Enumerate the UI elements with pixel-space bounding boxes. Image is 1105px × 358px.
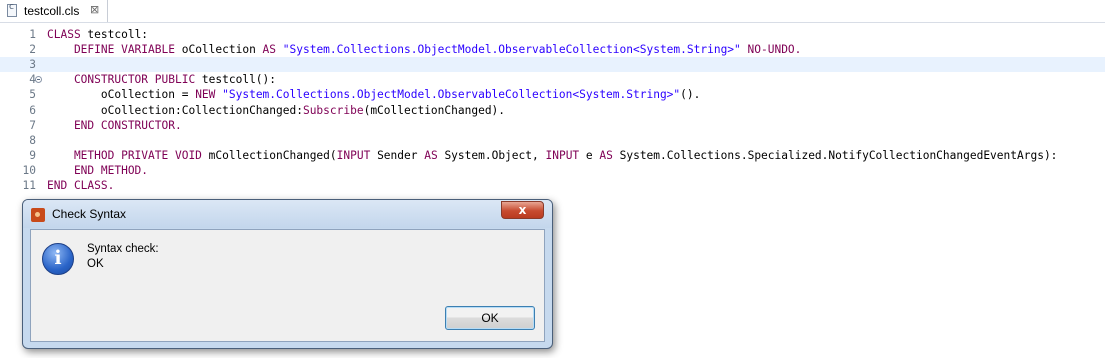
- code-line[interactable]: 7 END CONSTRUCTOR.: [0, 118, 1105, 133]
- line-number: 5: [29, 88, 36, 102]
- code-line[interactable]: 8: [0, 133, 1105, 148]
- message-line-1: Syntax check:: [87, 243, 159, 255]
- code-line[interactable]: 1 CLASS testcoll:: [0, 27, 1105, 42]
- code-token: CONSTRUCTOR PUBLIC: [47, 73, 202, 87]
- editor-tab-bar: testcoll.cls ⊠: [0, 0, 1105, 23]
- code-token: (mCollectionChanged).: [363, 103, 506, 117]
- code-token: Subscribe: [302, 103, 364, 117]
- code-token: mCollectionChanged(: [208, 148, 337, 162]
- tab-label: testcoll.cls: [24, 4, 80, 18]
- code-token: ().: [680, 88, 701, 102]
- line-number: 11: [22, 179, 36, 192]
- code-token: METHOD PRIVATE VOID: [47, 148, 209, 162]
- code-text: END CONSTRUCTOR.: [47, 118, 182, 133]
- code-text: END CLASS.: [47, 178, 114, 193]
- code-line[interactable]: 9 METHOD PRIVATE VOID mCollectionChanged…: [0, 148, 1105, 163]
- code-text: METHOD PRIVATE VOID mCollectionChanged(I…: [47, 148, 1057, 163]
- openedge-app-icon: [31, 208, 45, 222]
- fold-collapse-icon[interactable]: [35, 76, 42, 84]
- code-text: oCollection = NEW "System.Collections.Ob…: [47, 87, 701, 102]
- code-line[interactable]: 11 END CLASS.: [0, 178, 1105, 193]
- line-number: 8: [29, 133, 36, 147]
- code-text: END METHOD.: [47, 163, 148, 178]
- code-token: oCollection:CollectionChanged:: [47, 103, 303, 117]
- code-text: oCollection:CollectionChanged:Subscribe(…: [47, 103, 505, 118]
- code-token: oCollection: [181, 43, 263, 57]
- code-token: AS: [262, 43, 283, 57]
- code-token: e: [585, 148, 600, 162]
- code-token: CLASS: [47, 28, 88, 41]
- dialog-title: Check Syntax: [52, 207, 127, 221]
- code-token: AS: [424, 148, 445, 162]
- message-line-2: OK: [87, 258, 104, 270]
- code-token: NO-UNDO.: [740, 43, 802, 57]
- code-token: oCollection =: [47, 88, 196, 102]
- code-text: DEFINE VARIABLE oCollection AS "System.C…: [47, 42, 801, 57]
- code-text: CONSTRUCTOR PUBLIC testcoll():: [47, 72, 276, 87]
- code-token: testcoll():: [201, 73, 277, 87]
- code-token: "System.Collections.ObjectModel.Observab…: [282, 43, 741, 57]
- code-token: DEFINE VARIABLE: [47, 43, 182, 57]
- code-line[interactable]: 3: [0, 57, 1105, 73]
- code-token: END CONSTRUCTOR.: [47, 118, 182, 132]
- code-token: System.Collections.Specialized.NotifyCol…: [619, 148, 1058, 162]
- line-number: 3: [29, 58, 36, 72]
- line-number: 2: [29, 43, 36, 57]
- code-token: System.Object,: [444, 148, 546, 162]
- dialog-titlebar[interactable]: Check Syntax x: [23, 200, 552, 228]
- line-number: 6: [29, 103, 36, 117]
- line-number: 4: [29, 73, 36, 87]
- class-file-icon: [7, 2, 17, 17]
- ok-button[interactable]: OK: [445, 306, 535, 330]
- code-token: testcoll:: [87, 28, 149, 41]
- code-token: INPUT: [545, 148, 586, 162]
- code-line[interactable]: 2 DEFINE VARIABLE oCollection AS "System…: [0, 42, 1105, 57]
- code-line[interactable]: 10 END METHOD.: [0, 163, 1105, 178]
- code-token: END METHOD.: [47, 163, 149, 177]
- dialog-body: Syntax check: OK OK: [30, 229, 545, 342]
- dialog-close-button[interactable]: x: [501, 201, 544, 219]
- code-token: Sender: [377, 148, 425, 162]
- line-number: 10: [22, 163, 36, 177]
- line-number: 1: [29, 28, 36, 41]
- code-text: CLASS testcoll:: [47, 27, 148, 42]
- line-number: 7: [29, 118, 36, 132]
- code-line[interactable]: 6 oCollection:CollectionChanged:Subscrib…: [0, 103, 1105, 118]
- code-token: INPUT: [336, 148, 378, 162]
- tab-testcoll-cls[interactable]: testcoll.cls ⊠: [0, 0, 108, 22]
- code-token: "System.Collections.ObjectModel.Observab…: [222, 88, 681, 102]
- code-line[interactable]: 5 oCollection = NEW "System.Collections.…: [0, 87, 1105, 102]
- tab-close-icon[interactable]: ⊠: [90, 3, 99, 17]
- code-token: NEW: [195, 88, 223, 102]
- code-line[interactable]: 4 CONSTRUCTOR PUBLIC testcoll():: [0, 72, 1105, 87]
- information-icon: [42, 243, 74, 275]
- code-token: END CLASS.: [47, 179, 115, 192]
- check-syntax-dialog: Check Syntax x Syntax check: OK OK: [22, 199, 553, 349]
- code-token: AS: [599, 148, 620, 162]
- line-number: 9: [29, 148, 36, 162]
